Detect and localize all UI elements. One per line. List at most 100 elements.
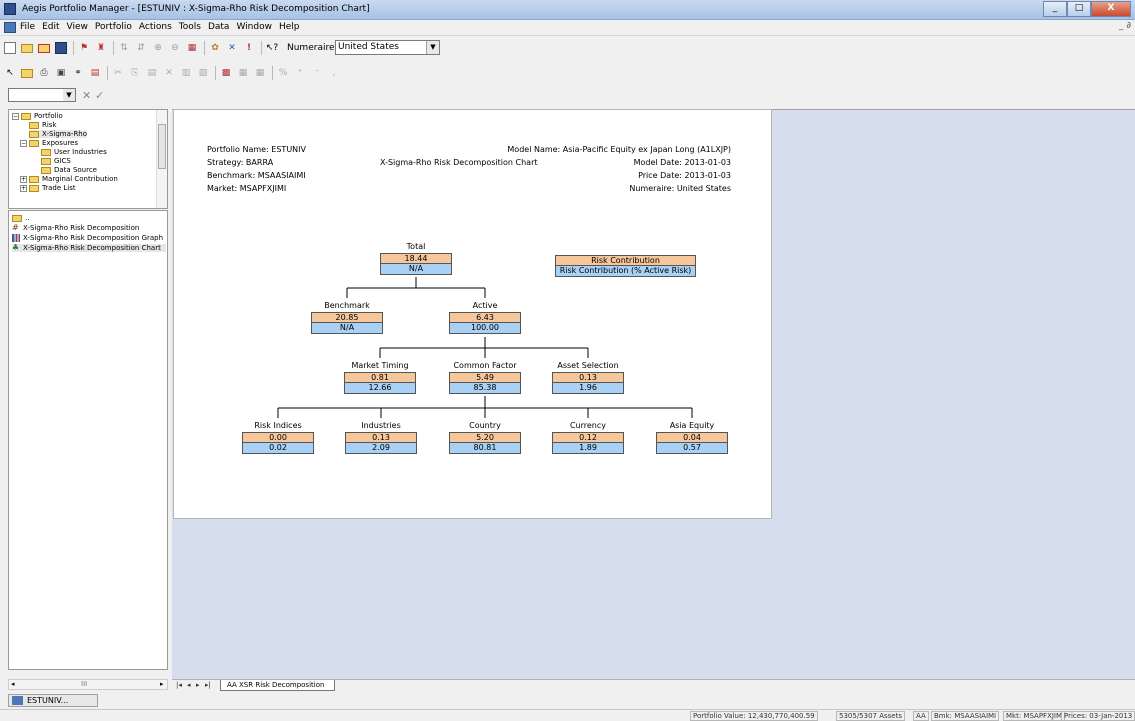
menu-view[interactable]: View	[67, 22, 88, 32]
grid-icon[interactable]: ▦	[186, 42, 198, 54]
zoom-in-icon[interactable]: ⊕	[152, 42, 164, 54]
tree-item-user-industries[interactable]: User Industries	[41, 148, 107, 156]
window-task-button[interactable]: ESTUNIV...	[8, 694, 98, 707]
chevron-down-icon[interactable]: ▼	[63, 89, 75, 101]
left-horizontal-scrollbar[interactable]: ◂ III ▸	[8, 679, 168, 690]
menu-data[interactable]: Data	[208, 22, 230, 32]
print-preview-icon[interactable]: ▣	[55, 67, 67, 79]
accept-icon[interactable]: ✓	[95, 89, 104, 102]
tree-item-label: Risk	[42, 121, 57, 129]
menu-help[interactable]: Help	[279, 22, 300, 32]
node-asia-equity[interactable]: Asia Equity 0.04 0.57	[656, 421, 728, 454]
tree-item-label: X-Sigma-Rho	[42, 130, 88, 138]
folder-icon	[29, 139, 39, 147]
copy-icon[interactable]: ⎘	[129, 67, 141, 79]
tree-item-trade-list[interactable]: + Trade List	[20, 184, 76, 192]
numeraire-select[interactable]: United States ▼	[335, 40, 440, 55]
comma-icon[interactable]: ,	[328, 67, 340, 79]
node-active[interactable]: Active 6.43 100.00	[449, 301, 521, 334]
minimize-button[interactable]: _	[1043, 1, 1067, 17]
new-icon[interactable]	[4, 42, 16, 54]
menu-edit[interactable]: Edit	[42, 22, 59, 32]
scroll-left-icon[interactable]: ◂	[11, 680, 15, 688]
tree-item-marginal-contribution[interactable]: + Marginal Contribution	[20, 175, 118, 183]
insert-rows-icon[interactable]: ▥	[180, 67, 192, 79]
numeraire-value: United States	[338, 42, 399, 52]
open-portfolio-icon[interactable]	[38, 43, 50, 53]
hierarchy-icon[interactable]: ♜	[95, 42, 107, 54]
scrollbar-grip[interactable]: III	[81, 680, 87, 688]
open-file-icon[interactable]	[21, 68, 33, 78]
tree-item-risk[interactable]: Risk	[29, 121, 57, 129]
cross-tools-icon[interactable]: ✕	[226, 42, 238, 54]
node-currency[interactable]: Currency 0.12 1.89	[552, 421, 624, 454]
expand-icon[interactable]: +	[20, 175, 27, 183]
find-icon[interactable]: ▧	[197, 67, 209, 79]
cell-reference-combo[interactable]: ▼	[8, 88, 76, 102]
maximize-button[interactable]: □	[1067, 1, 1091, 17]
tree-item-exposures[interactable]: − Exposures	[20, 139, 78, 147]
tree-item-portfolio[interactable]: − Portfolio	[12, 112, 63, 120]
columns-icon[interactable]: ▦	[254, 67, 266, 79]
node-risk-indices[interactable]: Risk Indices 0.00 0.02	[242, 421, 314, 454]
expand-icon[interactable]: +	[20, 184, 27, 192]
percent-icon[interactable]: %	[277, 67, 289, 79]
prev-sheet-icon[interactable]: ◂	[187, 681, 191, 689]
delete-icon[interactable]: ✕	[163, 67, 175, 79]
chevron-down-icon[interactable]: ▼	[426, 41, 439, 54]
node-country[interactable]: Country 5.20 80.81	[449, 421, 521, 454]
increase-decimal-icon[interactable]: ⁺	[294, 67, 306, 79]
close-button[interactable]: X	[1091, 1, 1131, 17]
zoom-out-icon[interactable]: ⊖	[169, 42, 181, 54]
cancel-icon[interactable]: ✕	[82, 89, 91, 102]
menu-file[interactable]: File	[20, 22, 35, 32]
print-icon[interactable]: ⎙	[38, 67, 50, 79]
list-item-risk-decomposition-chart[interactable]: ♣ X-Sigma-Rho Risk Decomposition Chart	[12, 244, 166, 252]
list-item-risk-decomposition-graph[interactable]: X-Sigma-Rho Risk Decomposition Graph	[12, 234, 163, 242]
menu-window[interactable]: Window	[236, 22, 272, 32]
binoculars-icon[interactable]: ⚭	[72, 67, 84, 79]
table-icon[interactable]: ▦	[237, 67, 249, 79]
last-sheet-icon[interactable]: ▸|	[205, 681, 211, 689]
menu-portfolio[interactable]: Portfolio	[95, 22, 132, 32]
open-icon[interactable]	[21, 43, 33, 53]
node-benchmark[interactable]: Benchmark 20.85 N/A	[311, 301, 383, 334]
sort-descending-icon[interactable]: ⇵	[135, 42, 147, 54]
first-sheet-icon[interactable]: |◂	[176, 681, 182, 689]
mdi-child-controls[interactable]: _ ∂	[1119, 21, 1131, 31]
node-label: Country	[469, 421, 501, 430]
alert-icon[interactable]: !	[243, 42, 255, 54]
chart-icon[interactable]: ▩	[220, 67, 232, 79]
node-market-timing[interactable]: Market Timing 0.81 12.66	[344, 361, 416, 394]
tree-item-x-sigma-rho[interactable]: X-Sigma-Rho	[29, 130, 88, 138]
portfolio-tree: − Portfolio Risk X-Sigma-Rho − Exposures…	[8, 109, 168, 209]
pointer-icon[interactable]: ↖	[4, 67, 16, 79]
tools-icon[interactable]: ✿	[209, 42, 221, 54]
sort-ascending-icon[interactable]: ⇅	[118, 42, 130, 54]
tree-item-gics[interactable]: GICS	[41, 157, 71, 165]
cut-icon[interactable]: ✂	[112, 67, 124, 79]
collapse-icon[interactable]: −	[20, 139, 27, 147]
sheet-tab[interactable]: AA XSR Risk Decomposition	[220, 680, 336, 691]
list-item-risk-decomposition[interactable]: # X-Sigma-Rho Risk Decomposition	[12, 224, 139, 233]
list-item-parent[interactable]: ..	[12, 214, 29, 222]
scrollbar-thumb[interactable]	[158, 124, 166, 169]
save-icon[interactable]	[55, 42, 67, 54]
tree-scrollbar[interactable]	[156, 110, 167, 208]
decrease-decimal-icon[interactable]: ⁻	[311, 67, 323, 79]
document-icon[interactable]	[4, 22, 16, 33]
collapse-icon[interactable]: −	[12, 112, 19, 120]
node-asset-selection[interactable]: Asset Selection 0.13 1.96	[552, 361, 624, 394]
export-icon[interactable]: ▤	[89, 67, 101, 79]
help-pointer-icon[interactable]: ↖?	[266, 42, 278, 54]
node-total[interactable]: Total 18.44 N/A	[380, 242, 452, 275]
flag-icon[interactable]: ⚑	[78, 42, 90, 54]
menu-actions[interactable]: Actions	[139, 22, 172, 32]
node-industries[interactable]: Industries 0.13 2.09	[345, 421, 417, 454]
menu-tools[interactable]: Tools	[179, 22, 201, 32]
paste-icon[interactable]: ▤	[146, 67, 158, 79]
tree-item-data-source[interactable]: Data Source	[41, 166, 97, 174]
next-sheet-icon[interactable]: ▸	[196, 681, 200, 689]
scroll-right-icon[interactable]: ▸	[160, 680, 164, 688]
node-common-factor[interactable]: Common Factor 5.49 85.38	[449, 361, 521, 394]
